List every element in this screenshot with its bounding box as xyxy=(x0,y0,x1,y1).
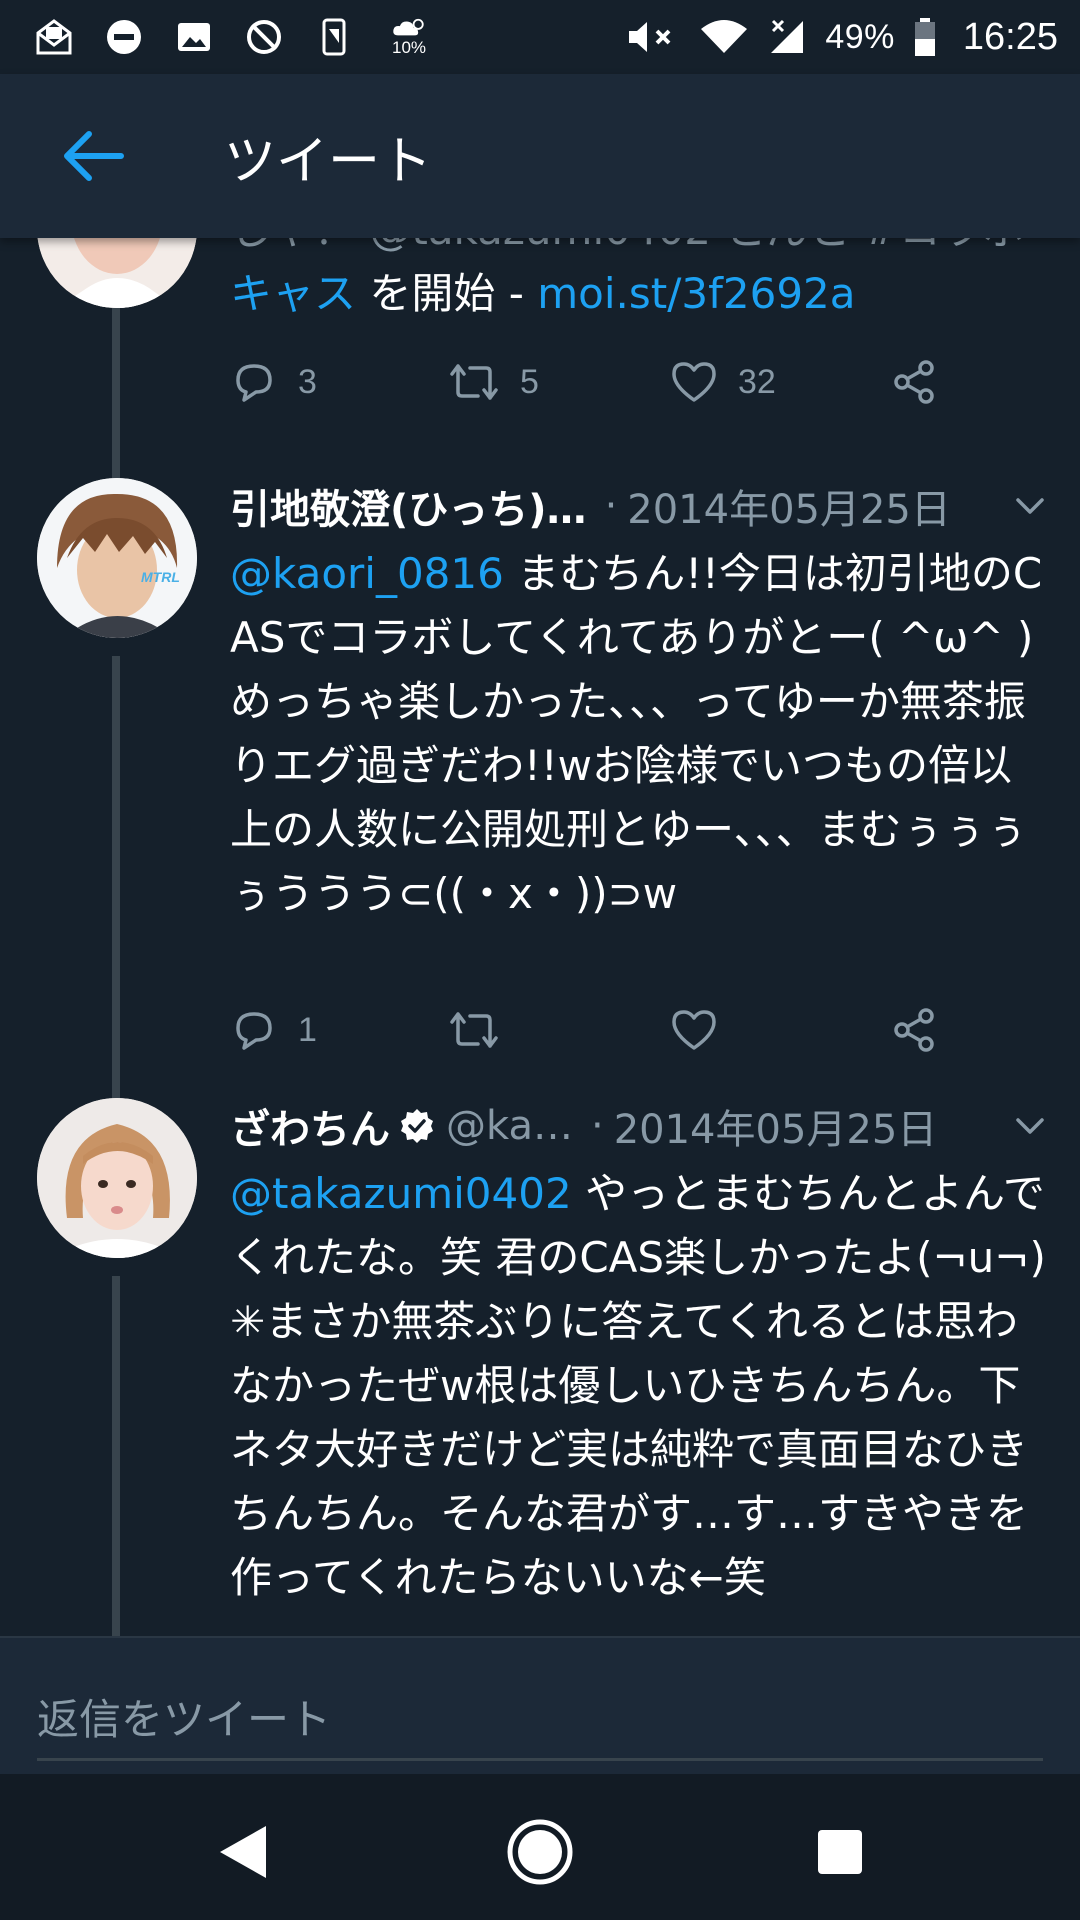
nav-back-button[interactable] xyxy=(202,1812,282,1892)
tweet-body: 引地敬澄(ひっち)… · 2014年05月25日 @kaori_0816 まむち… xyxy=(230,478,1050,926)
heart-icon xyxy=(672,1010,716,1050)
svg-text:MTRL: MTRL xyxy=(141,569,180,585)
data-saver-icon xyxy=(244,17,284,57)
mention-link[interactable]: @kaori_0816 xyxy=(230,549,504,598)
hashtag-link[interactable]: キャス xyxy=(230,269,356,318)
reply-compose-bar[interactable]: 返信をツイート xyxy=(0,1636,1080,1774)
reply-count: 3 xyxy=(298,362,317,401)
chevron-down-icon xyxy=(1016,1118,1044,1134)
status-right: 49% 16:25 xyxy=(625,16,1058,59)
tweet-text-body: やっとまむちんとよんでくれたな。笑 君のCAS楽しかったよ(¬u¬)✳︎まさか無… xyxy=(230,1169,1046,1602)
nav-home-button[interactable] xyxy=(500,1812,580,1892)
status-bar: 10% 49% 16:25 xyxy=(0,0,1080,74)
mute-icon xyxy=(625,17,681,57)
tweet-text: @takazumi0402 やっとまむちんとよんでくれたな。笑 君のCAS楽しか… xyxy=(230,1162,1050,1610)
mention-link[interactable]: @takazumi0402 xyxy=(230,1169,572,1218)
separator-dot: · xyxy=(604,483,618,529)
user-name[interactable]: ざわちん xyxy=(230,1097,390,1155)
home-circle-icon xyxy=(507,1819,573,1885)
phone-icon xyxy=(314,17,354,57)
cellular-signal-icon xyxy=(767,17,807,57)
thread-line xyxy=(112,1276,120,1636)
verified-badge-icon xyxy=(398,1107,436,1145)
back-triangle-icon xyxy=(220,1826,266,1878)
chevron-down-icon xyxy=(1016,498,1044,514)
image-icon xyxy=(174,17,214,57)
tweet-item[interactable]: MTRL 引地敬澄(ひっち)… · 2014年05月25日 @kaori_081… xyxy=(0,478,1080,1138)
do-not-disturb-icon xyxy=(104,17,144,57)
retweet-button[interactable] xyxy=(448,1000,500,1060)
thread-line xyxy=(112,656,120,1138)
tweet-date: 2014年05月25日 xyxy=(613,1107,938,1153)
share-button[interactable] xyxy=(890,352,938,412)
tweet-body: ざわちん @ka… · 2014年05月25日 @takazumi0402 やっ… xyxy=(230,1098,1050,1610)
retweet-button[interactable]: 5 xyxy=(448,352,539,412)
reply-icon xyxy=(236,364,272,402)
tweet-text-partial: じや？ @takazumi0402 とんと #コラボ xyxy=(230,238,1025,254)
like-button[interactable] xyxy=(670,1000,718,1060)
thread-line xyxy=(112,308,120,478)
tweet-item[interactable]: じや？ @takazumi0402 とんと #コラボ キャス を開始 - moi… xyxy=(0,238,1080,478)
separator-dot: · xyxy=(590,1103,604,1149)
tweet-text: @kaori_0816 まむちん!!今日は初引地のCASでコラボしてくれてありが… xyxy=(230,542,1050,926)
tweet-thread[interactable]: じや？ @takazumi0402 とんと #コラボ キャス を開始 - moi… xyxy=(0,238,1080,1636)
share-icon xyxy=(894,1008,934,1052)
heart-icon xyxy=(672,362,716,402)
retweet-count: 5 xyxy=(520,362,539,401)
share-button[interactable] xyxy=(890,1000,938,1060)
retweet-icon xyxy=(450,1012,498,1048)
tweet-actions: 1 xyxy=(230,1000,990,1060)
recents-square-icon xyxy=(818,1830,862,1874)
reply-icon xyxy=(236,1012,272,1050)
battery-percentage: 49% xyxy=(825,17,895,56)
status-left: 10% xyxy=(34,17,434,57)
back-button[interactable] xyxy=(48,111,138,201)
retweet-icon xyxy=(450,364,498,400)
input-underline xyxy=(37,1758,1043,1761)
tweet-body: じや？ @takazumi0402 とんと #コラボ キャス を開始 - moi… xyxy=(230,238,1050,326)
system-nav-bar xyxy=(0,1774,1080,1920)
user-handle: @ka… xyxy=(446,1103,573,1149)
share-icon xyxy=(894,360,934,404)
user-name[interactable]: 引地敬澄(ひっち)… xyxy=(230,477,587,535)
weather-icon: 10% xyxy=(384,17,434,57)
battery-icon xyxy=(913,17,937,57)
more-options-button[interactable] xyxy=(1010,486,1050,526)
clock: 16:25 xyxy=(962,15,1058,58)
reply-input[interactable]: 返信をツイート xyxy=(37,1686,331,1747)
tweet-item[interactable]: ざわちん @ka… · 2014年05月25日 @takazumi0402 やっ… xyxy=(0,1098,1080,1636)
reply-button[interactable]: 3 xyxy=(230,352,317,412)
tweet-text: じや？ @takazumi0402 とんと #コラボ キャス を開始 - moi… xyxy=(230,238,1050,326)
reply-count: 1 xyxy=(298,1010,317,1049)
avatar[interactable] xyxy=(37,238,197,308)
tweet-header: 引地敬澄(ひっち)… · 2014年05月25日 xyxy=(230,478,1050,534)
more-options-button[interactable] xyxy=(1010,1106,1050,1146)
tweet-text-body: まむちん!!今日は初引地のCASでコラボしてくれてありがとー( ^ω^ )めっち… xyxy=(230,549,1043,918)
tweet-text-mid: を開始 - xyxy=(356,269,538,318)
like-button[interactable]: 32 xyxy=(670,352,776,412)
app-header: ツイート xyxy=(0,74,1080,238)
weather-label: 10% xyxy=(391,38,427,57)
avatar[interactable]: MTRL xyxy=(37,478,197,638)
reply-button[interactable]: 1 xyxy=(230,1000,317,1060)
url-link[interactable]: moi.st/3f2692a xyxy=(537,269,855,318)
nav-recents-button[interactable] xyxy=(800,1812,880,1892)
tweet-date: 2014年05月25日 xyxy=(627,487,951,533)
like-count: 32 xyxy=(738,362,776,401)
mail-notification-icon xyxy=(34,17,74,57)
avatar[interactable] xyxy=(37,1098,197,1258)
tweet-actions: 3 5 32 xyxy=(230,352,990,412)
wifi-icon xyxy=(699,17,749,57)
page-title: ツイート xyxy=(224,131,433,192)
back-arrow-icon xyxy=(64,131,124,181)
tweet-header: ざわちん @ka… · 2014年05月25日 xyxy=(230,1098,1050,1154)
